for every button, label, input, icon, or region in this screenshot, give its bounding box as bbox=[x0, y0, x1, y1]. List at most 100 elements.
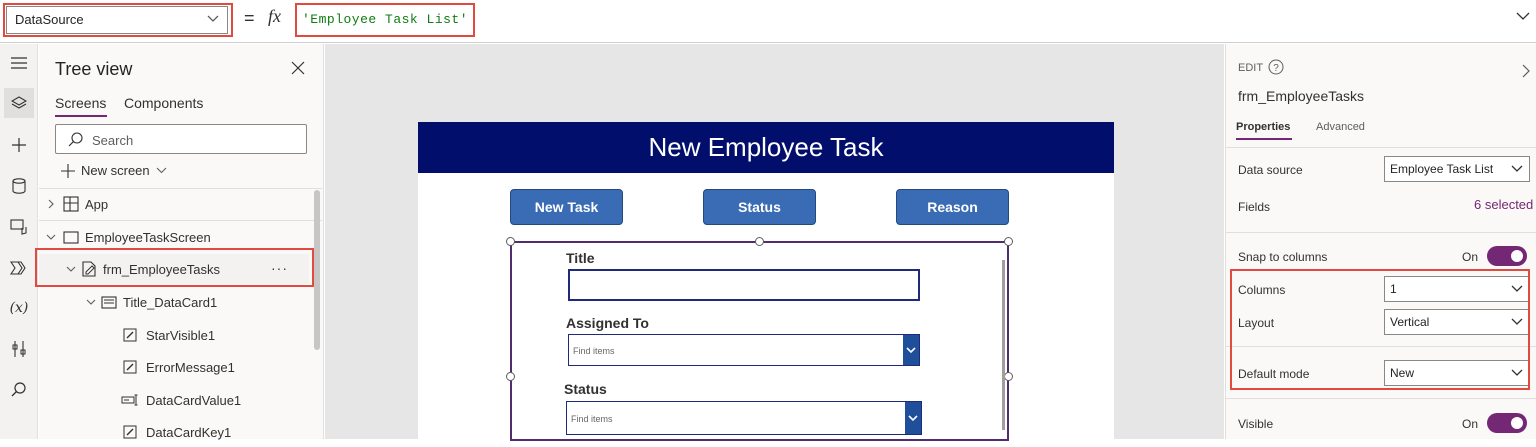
tree-item-label: StarVisible1 bbox=[146, 327, 216, 343]
assigned-to-combobox[interactable]: Find items bbox=[568, 334, 920, 366]
status-button[interactable]: Status bbox=[703, 189, 816, 225]
media-icon[interactable] bbox=[4, 212, 34, 242]
plus-icon[interactable] bbox=[4, 130, 34, 160]
chevron-down-icon bbox=[85, 299, 97, 305]
divider bbox=[1226, 232, 1536, 233]
tree-item-label: Title_DataCard1 bbox=[123, 294, 218, 310]
visible-label: Visible bbox=[1238, 417, 1274, 431]
tab-advanced[interactable]: Advanced bbox=[1316, 121, 1365, 133]
field-label-assigned-to: Assigned To bbox=[566, 315, 649, 331]
tab-screens[interactable]: Screens bbox=[55, 95, 106, 111]
visible-toggle-state: On bbox=[1462, 417, 1479, 431]
fields-selected-link[interactable]: 6 selected bbox=[1474, 197, 1533, 212]
datacard-icon bbox=[101, 295, 117, 309]
toggle-knob bbox=[1511, 250, 1523, 262]
edit-icon bbox=[123, 425, 137, 439]
chevron-right-icon[interactable] bbox=[1522, 64, 1530, 78]
control-name: frm_EmployeeTasks bbox=[1238, 88, 1365, 104]
search-icon[interactable] bbox=[4, 374, 34, 404]
resize-handle[interactable] bbox=[1004, 372, 1013, 381]
equals-sign: = bbox=[244, 8, 255, 28]
highlight-box-properties bbox=[1230, 269, 1530, 390]
snap-to-columns-toggle[interactable] bbox=[1487, 246, 1527, 266]
tree-item-datacard[interactable]: Title_DataCard1 bbox=[39, 287, 309, 317]
tree-item-label: EmployeeTaskScreen bbox=[85, 229, 211, 245]
tree-view-panel: Tree view Screens Components Search New … bbox=[35, 44, 324, 440]
chevron-right-icon bbox=[45, 199, 57, 209]
app-header: New Employee Task bbox=[418, 122, 1114, 173]
help-icon[interactable]: ? bbox=[1268, 59, 1284, 75]
properties-panel: EDIT ? frm_EmployeeTasks Properties Adva… bbox=[1225, 44, 1536, 439]
snap-to-columns-label: Snap to columns bbox=[1238, 250, 1328, 264]
form-scrollbar[interactable] bbox=[1002, 260, 1005, 430]
edit-icon bbox=[123, 328, 137, 342]
tab-properties[interactable]: Properties bbox=[1236, 121, 1290, 133]
resize-handle[interactable] bbox=[506, 372, 515, 381]
tree-item-control[interactable]: StarVisible1 bbox=[39, 320, 309, 350]
tab-active-indicator bbox=[1236, 138, 1292, 140]
data-source-dropdown[interactable]: Employee Task List bbox=[1384, 156, 1530, 182]
new-task-button[interactable]: New Task bbox=[510, 189, 623, 225]
visible-toggle[interactable] bbox=[1487, 413, 1527, 433]
left-rail: (x) bbox=[0, 44, 38, 439]
database-icon[interactable] bbox=[4, 171, 34, 201]
chevron-down-icon bbox=[45, 234, 57, 240]
chevron-down-icon bbox=[156, 167, 167, 174]
variables-icon[interactable]: (x) bbox=[4, 293, 34, 323]
resize-handle[interactable] bbox=[506, 237, 515, 246]
field-label-status: Status bbox=[564, 381, 607, 397]
scrollbar[interactable] bbox=[314, 190, 320, 350]
hamburger-icon[interactable] bbox=[4, 48, 34, 78]
field-label-title: Title bbox=[566, 250, 595, 266]
divider bbox=[39, 220, 322, 221]
fields-label: Fields bbox=[1238, 200, 1271, 214]
text-input-icon bbox=[121, 394, 139, 406]
combobox-placeholder: Find items bbox=[573, 346, 615, 356]
resize-handle[interactable] bbox=[755, 237, 764, 246]
power-automate-icon[interactable] bbox=[4, 253, 34, 283]
tree-item-control[interactable]: DataCardValue1 bbox=[39, 385, 309, 415]
chevron-down-icon[interactable] bbox=[903, 335, 919, 365]
highlight-box-formula bbox=[295, 3, 475, 37]
tab-components[interactable]: Components bbox=[124, 95, 203, 111]
plus-icon bbox=[61, 163, 75, 178]
tree-item-app[interactable]: App bbox=[39, 189, 309, 219]
search-icon bbox=[68, 132, 83, 147]
tree-item-label: DataCardKey1 bbox=[146, 424, 232, 440]
fx-icon[interactable]: fx bbox=[268, 6, 281, 27]
search-placeholder: Search bbox=[92, 133, 134, 148]
edit-icon bbox=[123, 360, 137, 374]
reason-button[interactable]: Reason bbox=[896, 189, 1009, 225]
title-text-input[interactable] bbox=[568, 269, 920, 301]
new-screen-label: New screen bbox=[81, 163, 150, 178]
toggle-knob bbox=[1511, 417, 1523, 429]
layers-icon[interactable] bbox=[4, 88, 34, 118]
formula-bar: DataSource = fx 'Employee Task List' bbox=[0, 0, 1536, 43]
combobox-placeholder: Find items bbox=[571, 414, 613, 424]
resize-handle[interactable] bbox=[1004, 237, 1013, 246]
divider bbox=[1226, 147, 1536, 148]
divider bbox=[1226, 398, 1536, 399]
status-combobox[interactable]: Find items bbox=[566, 401, 922, 435]
app-icon bbox=[63, 196, 79, 212]
chevron-down-icon[interactable] bbox=[905, 402, 921, 434]
highlight-box-tree-item bbox=[35, 248, 314, 287]
tree-item-control[interactable]: ErrorMessage1 bbox=[39, 352, 309, 382]
snap-toggle-state: On bbox=[1462, 250, 1479, 264]
tab-active-indicator bbox=[55, 115, 107, 117]
tree-item-label: App bbox=[85, 196, 109, 212]
new-screen-button[interactable]: New screen bbox=[61, 163, 167, 178]
edit-label: EDIT bbox=[1238, 62, 1264, 74]
data-source-label: Data source bbox=[1238, 163, 1303, 177]
data-source-value: Employee Task List bbox=[1390, 162, 1494, 176]
screen-icon bbox=[63, 230, 79, 244]
close-icon[interactable] bbox=[291, 61, 305, 75]
tools-icon[interactable] bbox=[4, 334, 34, 364]
highlight-box-property bbox=[3, 3, 233, 37]
svg-text:?: ? bbox=[1273, 63, 1279, 74]
chevron-down-icon bbox=[1511, 165, 1523, 173]
tree-item-control[interactable]: DataCardKey1 bbox=[39, 417, 309, 447]
tree-search-input[interactable]: Search bbox=[55, 124, 307, 154]
chevron-down-icon[interactable] bbox=[1516, 12, 1530, 21]
tree-view-title: Tree view bbox=[55, 59, 133, 79]
